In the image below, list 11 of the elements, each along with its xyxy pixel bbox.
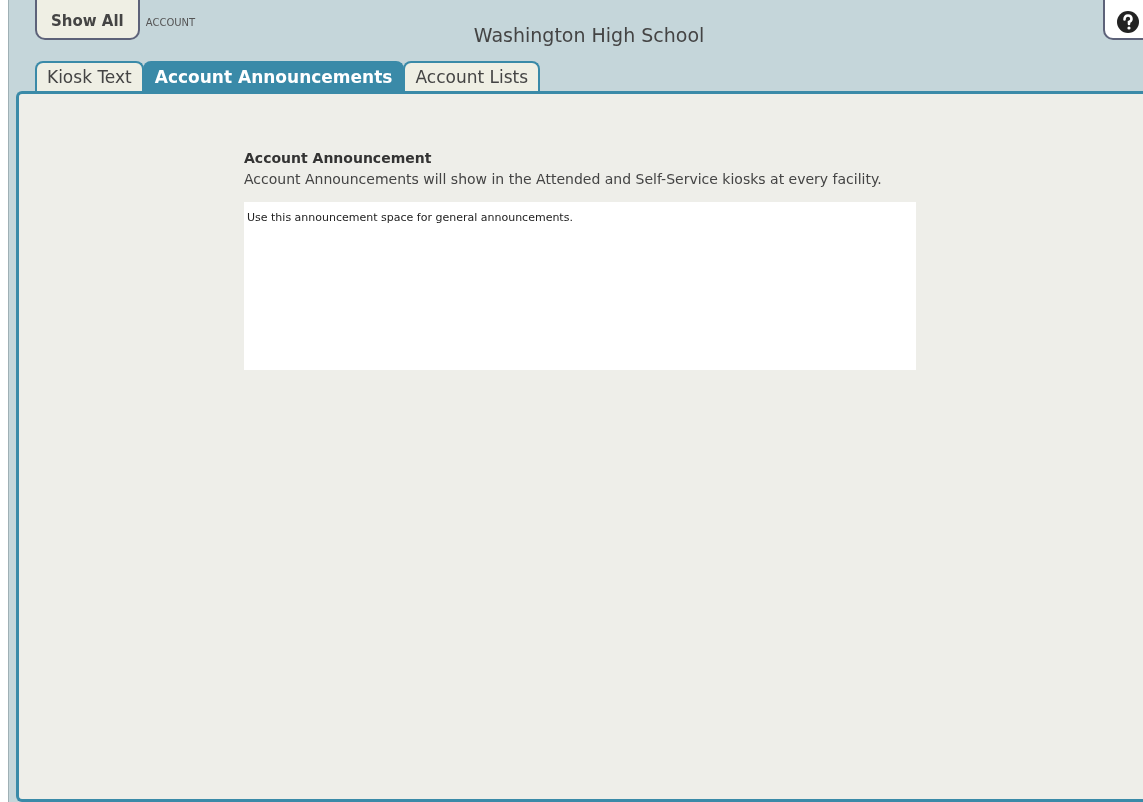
help-icon: [1117, 10, 1139, 33]
section-description: Account Announcements will show in the Attended and Self-Service kiosks at every facility.: [244, 170, 883, 189]
tab[interactable]: Kiosk Text: [35, 60, 144, 91]
tab[interactable]: Account Lists: [403, 60, 541, 91]
help-button[interactable]: [1103, 0, 1143, 40]
tab[interactable]: Account Announcements: [142, 60, 405, 91]
announcement-field[interactable]: Use this announcement space for general announcements.: [244, 202, 916, 370]
context-label: ACCOUNT: [145, 16, 196, 30]
school-title: Washington High School: [472, 23, 706, 48]
section-heading: Account Announcement: [244, 149, 433, 168]
show-all-button[interactable]: Show All: [35, 0, 140, 40]
